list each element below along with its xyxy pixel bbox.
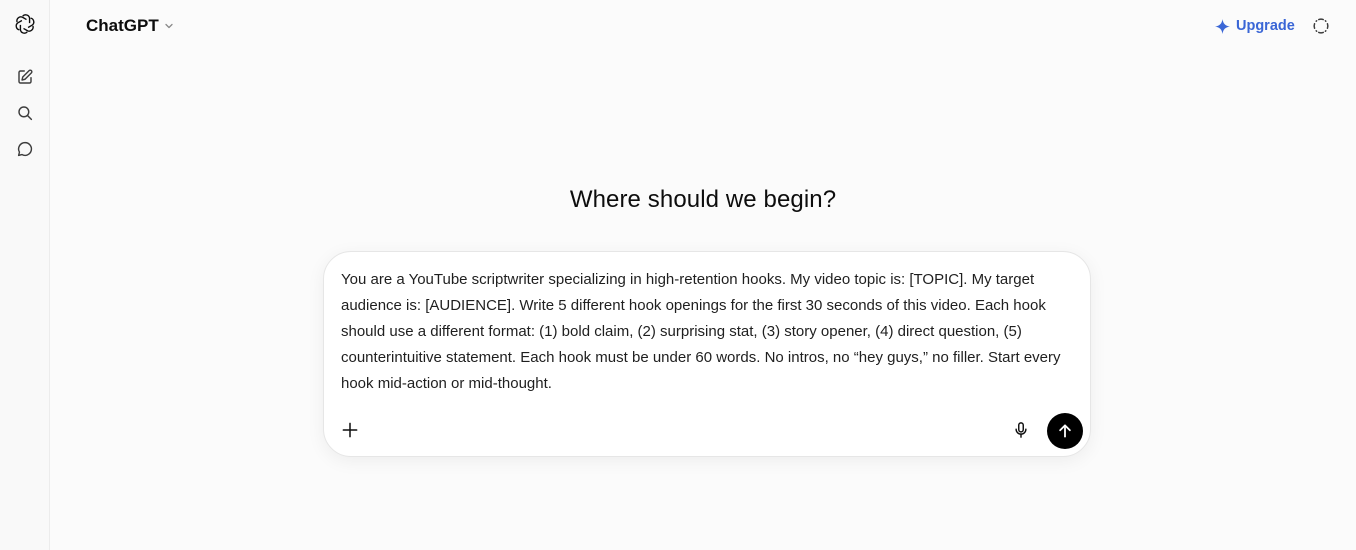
upgrade-button[interactable]: Upgrade	[1206, 12, 1303, 40]
temporary-chat-button[interactable]	[1307, 12, 1335, 40]
sparkle-icon	[1215, 18, 1230, 34]
chat-bubble-icon	[17, 141, 33, 157]
microphone-icon	[1015, 422, 1027, 438]
new-chat-icon	[18, 69, 33, 84]
prompt-input[interactable]: You are a YouTube scriptwriter specializ…	[341, 267, 1071, 407]
openai-logo-icon[interactable]	[11, 10, 39, 38]
page-title: Where should we begin?	[569, 186, 837, 213]
arrow-up-icon	[1059, 424, 1071, 438]
chats-button[interactable]	[11, 135, 39, 163]
model-label: ChatGPT	[86, 16, 159, 35]
upgrade-label: Upgrade	[1236, 18, 1295, 34]
add-attachment-button[interactable]	[336, 416, 364, 444]
search-icon	[18, 106, 33, 121]
dictate-button[interactable]	[1007, 416, 1035, 444]
send-button[interactable]	[1047, 413, 1083, 449]
dashed-circle-icon	[1313, 18, 1329, 34]
search-chats-button[interactable]	[11, 99, 39, 127]
new-chat-button[interactable]	[11, 63, 39, 91]
sidebar-rail	[0, 0, 50, 550]
chevron-down-icon	[165, 23, 173, 29]
model-selector[interactable]: ChatGPT	[78, 12, 183, 40]
composer: You are a YouTube scriptwriter specializ…	[323, 251, 1091, 457]
plus-icon	[342, 422, 358, 438]
